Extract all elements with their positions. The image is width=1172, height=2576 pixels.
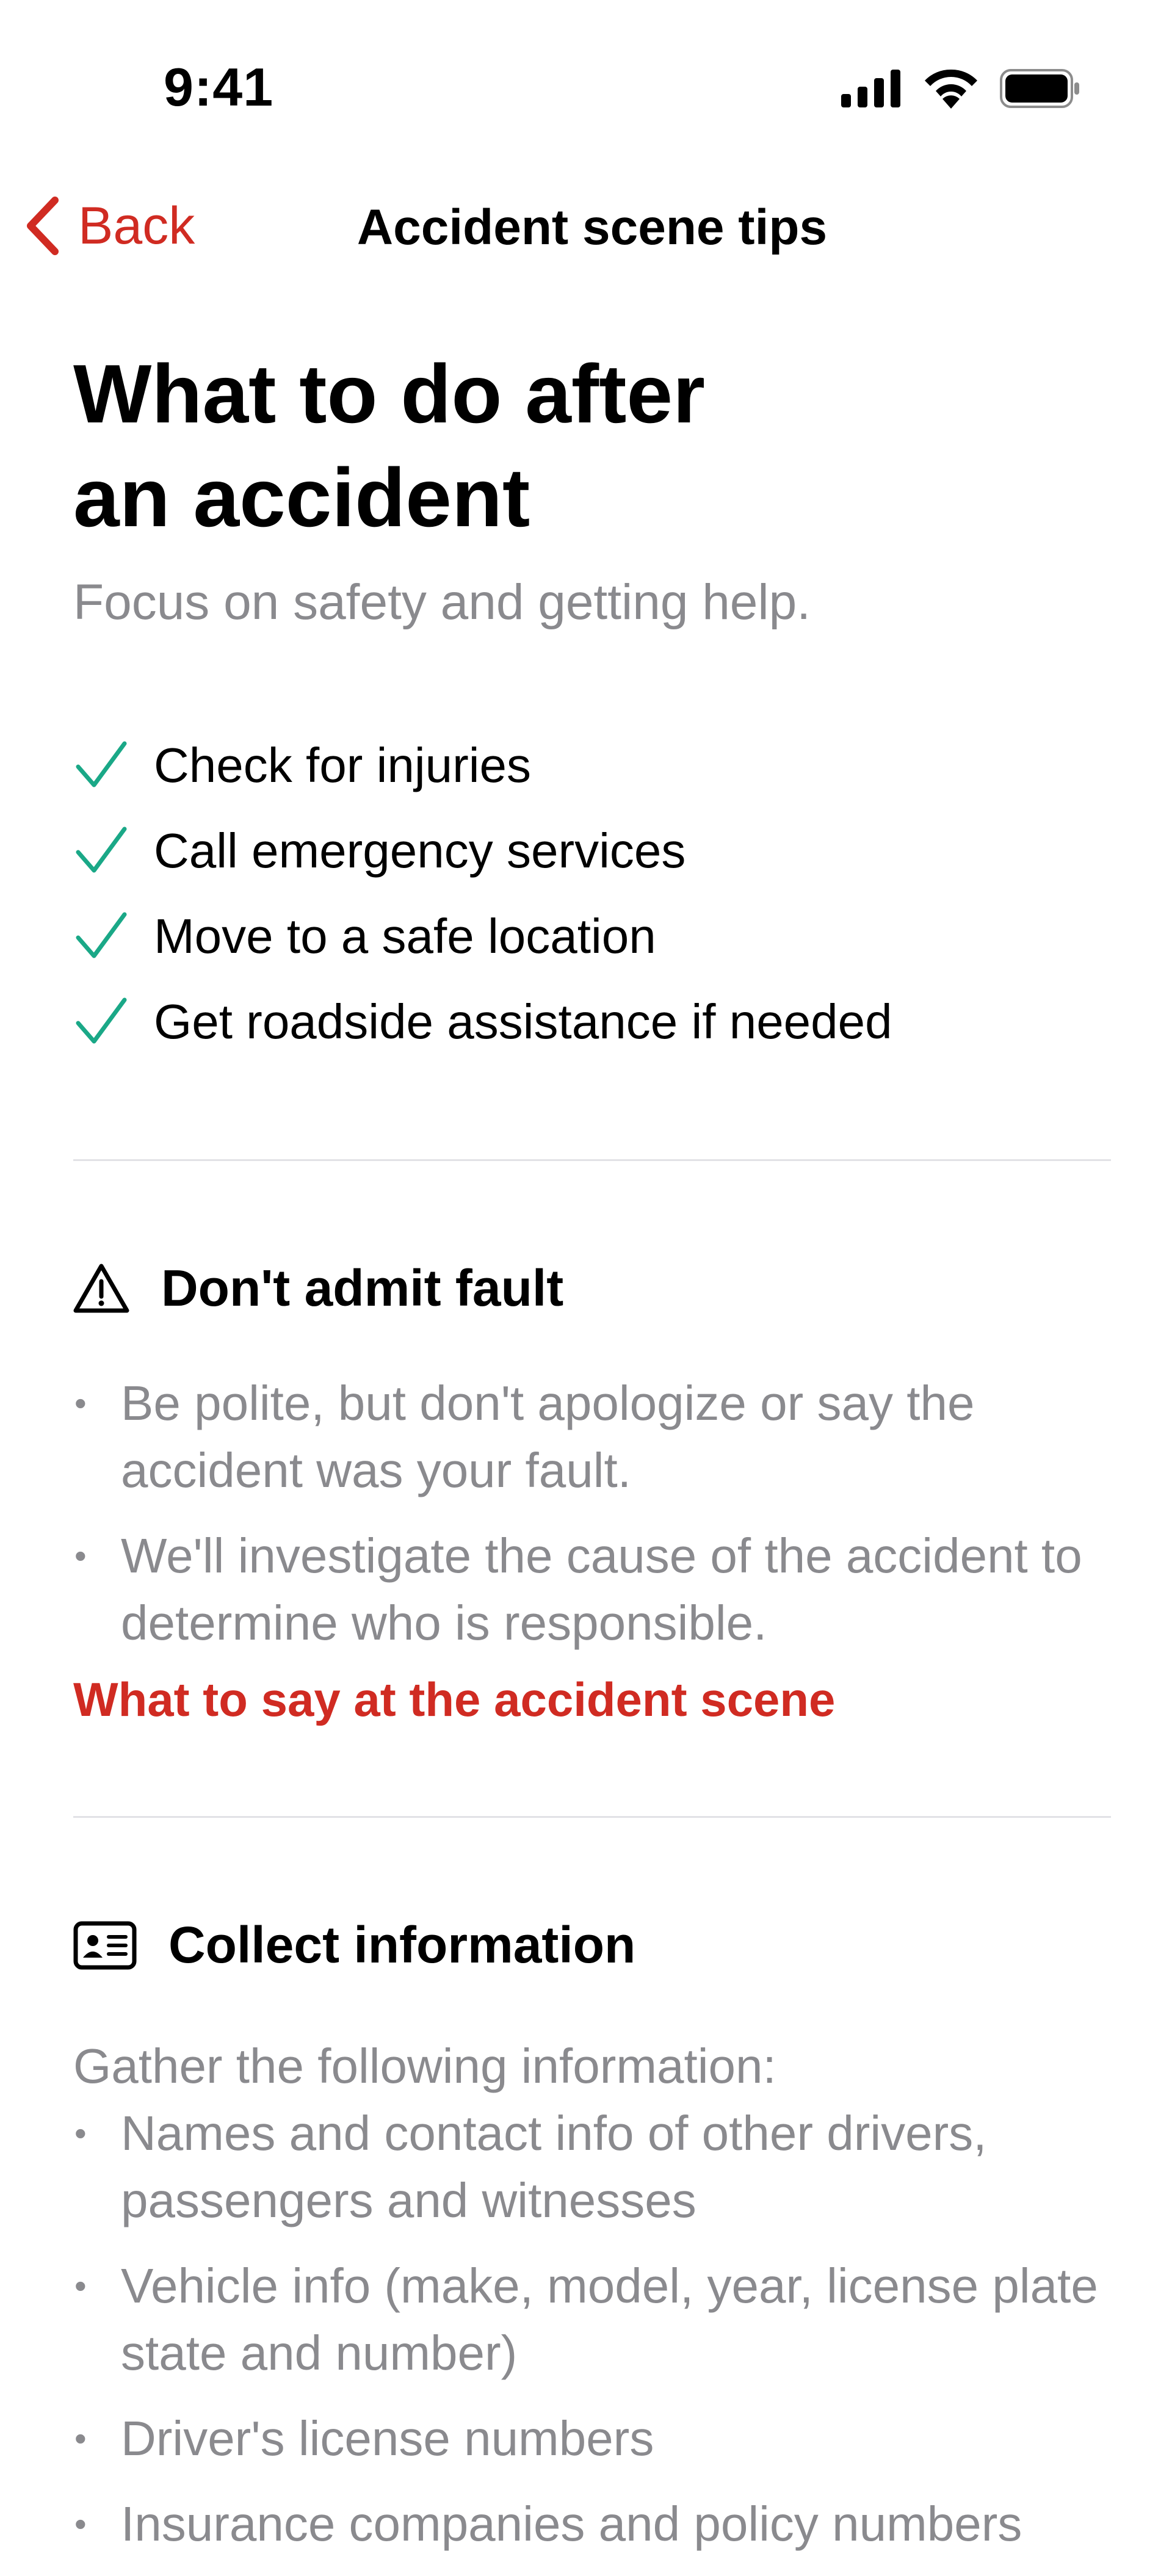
navigation-bar: Back Accident scene tips	[0, 177, 1172, 281]
status-bar: 9:41	[0, 0, 1172, 177]
list-item: We'll investigate the cause of the accid…	[73, 1522, 1111, 1657]
section-divider	[73, 1159, 1111, 1161]
collect-intro-text: Gather the following information:	[73, 2039, 776, 2093]
intro-heading-line-1: What to do after	[73, 347, 706, 440]
status-icons	[841, 68, 1080, 109]
collect-bullet-list: Names and contact info of other drivers,…	[73, 2100, 1111, 2558]
collect-section-title: Collect information	[168, 1916, 636, 1974]
safety-checklist: Check for injuries Call emergency servic…	[73, 723, 1111, 1065]
cellular-signal-icon	[841, 70, 900, 107]
checklist-item-label: Move to a safe location	[154, 909, 656, 963]
checklist-item: Check for injuries	[73, 723, 1111, 808]
checklist-item: Get roadside assistance if needed	[73, 979, 1111, 1065]
list-item: Vehicle info (make, model, year, license…	[73, 2252, 1111, 2387]
intro-subtitle: Focus on safety and getting help.	[73, 574, 811, 630]
what-to-say-link[interactable]: What to say at the accident scene	[73, 1672, 1111, 1728]
page-title-text: Accident scene tips	[356, 200, 828, 255]
intro-heading-line-2: an accident	[73, 451, 530, 544]
checkmark-icon	[76, 827, 127, 873]
id-card-icon	[73, 1921, 137, 1969]
checkmark-icon	[76, 997, 127, 1044]
page-title: Accident scene tips	[0, 199, 1172, 256]
collect-section-header: Collect information	[73, 1916, 1111, 1975]
warning-triangle-icon	[73, 1264, 129, 1312]
fault-section-header: Don't admit fault	[73, 1259, 1111, 1318]
status-time: 9:41	[164, 57, 274, 117]
fault-bullet-list: Be polite, but don't apologize or say th…	[73, 1370, 1111, 1657]
checkmark-icon	[76, 912, 127, 958]
section-divider	[73, 1816, 1111, 1818]
checklist-item: Move to a safe location	[73, 894, 1111, 979]
checklist-item-label: Get roadside assistance if needed	[154, 994, 892, 1049]
checkmark-icon	[76, 741, 127, 787]
list-item: Insurance companies and policy numbers	[73, 2491, 1111, 2558]
fault-section-title: Don't admit fault	[161, 1259, 564, 1317]
list-item: Driver's license numbers	[73, 2405, 1111, 2472]
wifi-icon	[925, 69, 977, 109]
list-item: Names and contact info of other drivers,…	[73, 2100, 1111, 2234]
checklist-item: Call emergency services	[73, 808, 1111, 894]
checklist-item-label: Check for injuries	[154, 738, 532, 792]
checklist-item-label: Call emergency services	[154, 823, 686, 878]
battery-icon	[1000, 69, 1079, 108]
list-item: Be polite, but don't apologize or say th…	[73, 1370, 1111, 1504]
intro-heading: What to do after an accident	[73, 342, 1111, 549]
main-content: What to do after an accident Focus on sa…	[73, 342, 1111, 2576]
